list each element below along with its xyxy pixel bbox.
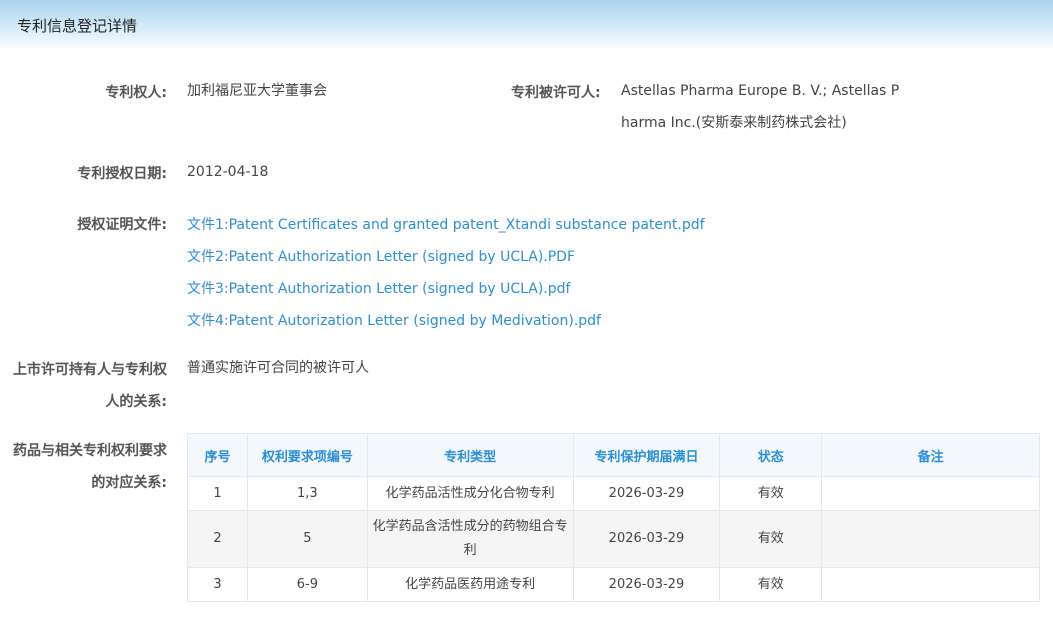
col-header-expiry-date: 专利保护期届满日: [572, 433, 721, 477]
cell-expiry-date: 2026-03-29: [572, 510, 721, 568]
licensee-value-line2: harma Inc.(安斯泰来制药株式会社): [621, 115, 847, 131]
cell-expiry-date: 2026-03-29: [572, 567, 721, 602]
page-title: 专利信息登记详情: [17, 17, 138, 35]
relation-value: 普通实施许可合同的被许可人: [187, 360, 369, 376]
cert-file-link-3[interactable]: 文件3:Patent Authorization Letter (signed …: [187, 278, 570, 298]
cell-status: 有效: [719, 567, 823, 602]
col-header-claim-no: 权利要求项编号: [246, 433, 368, 477]
cell-status: 有效: [719, 476, 823, 511]
table-row: 3 6-9 化学药品医药用途专利 2026-03-29 有效: [187, 567, 1040, 602]
cert-file-link-4[interactable]: 文件4:Patent Autorization Letter (signed b…: [187, 310, 601, 330]
cell-patent-type: 化学药品含活性成分的药物组合专利: [366, 510, 574, 568]
cell-claim-no: 6-9: [246, 567, 368, 602]
cell-patent-type: 化学药品活性成分化合物专利: [366, 476, 574, 511]
col-header-patent-type: 专利类型: [366, 433, 574, 477]
table-row: 2 5 化学药品含活性成分的药物组合专利 2026-03-29 有效: [187, 510, 1040, 568]
cell-index: 1: [187, 476, 248, 511]
table-row: 1 1,3 化学药品活性成分化合物专利 2026-03-29 有效: [187, 476, 1040, 511]
cell-claim-no: 1,3: [246, 476, 368, 511]
cell-index: 2: [187, 510, 248, 568]
licensee-label: 专利被许可人:: [511, 85, 601, 101]
cell-claim-no: 5: [246, 510, 368, 568]
mapping-label-line1: 药品与相关专利权利要求: [13, 443, 167, 459]
patentee-label: 专利权人:: [105, 85, 167, 101]
col-header-index: 序号: [187, 433, 248, 477]
patentee-value: 加利福尼亚大学董事会: [187, 83, 327, 99]
cert-label: 授权证明文件:: [77, 217, 167, 233]
cell-status: 有效: [719, 510, 823, 568]
mapping-label-line2: 的对应关系:: [91, 475, 167, 491]
grant-date-label: 专利授权日期:: [77, 166, 167, 182]
cert-file-link-1[interactable]: 文件1:Patent Certificates and granted pate…: [187, 214, 705, 234]
col-header-status: 状态: [719, 433, 823, 477]
cell-expiry-date: 2026-03-29: [572, 476, 721, 511]
table-header-row: 序号 权利要求项编号 专利类型 专利保护期届满日 状态 备注: [187, 433, 1040, 477]
cell-index: 3: [187, 567, 248, 602]
cell-remarks: [821, 510, 1040, 568]
grant-date-value: 2012-04-18: [187, 164, 269, 180]
col-header-remarks: 备注: [821, 433, 1040, 477]
cell-remarks: [821, 567, 1040, 602]
licensee-value-line1: Astellas Pharma Europe B. V.; Astellas P: [621, 83, 900, 99]
cell-patent-type: 化学药品医药用途专利: [366, 567, 574, 602]
cert-file-link-2[interactable]: 文件2:Patent Authorization Letter (signed …: [187, 246, 575, 266]
cell-remarks: [821, 476, 1040, 511]
patent-claims-table: 序号 权利要求项编号 专利类型 专利保护期届满日 状态 备注 1 1,3 化学药…: [187, 433, 1040, 602]
page-header: 专利信息登记详情: [0, 0, 1053, 48]
relation-label-line1: 上市许可持有人与专利权: [13, 362, 167, 378]
relation-label-line2: 人的关系:: [105, 394, 167, 410]
